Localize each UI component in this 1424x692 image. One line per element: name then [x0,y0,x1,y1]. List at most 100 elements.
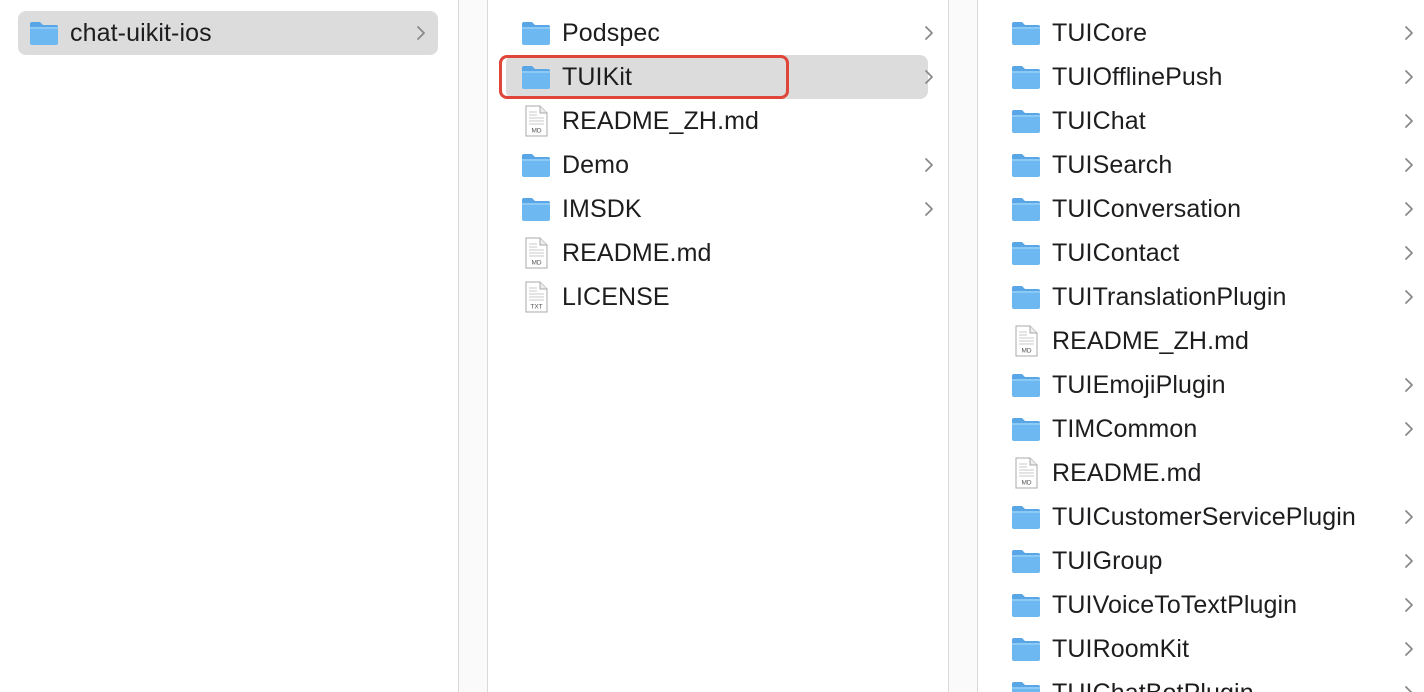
folder-item-tuigroup[interactable]: TUIGroup [996,539,1424,583]
item-label: TUICore [1052,18,1148,47]
document-icon: MD [1010,457,1042,489]
folder-item-tuichat[interactable]: TUIChat [996,99,1424,143]
item-label: TUIConversation [1052,194,1242,223]
folder-item-chat-uikit-ios[interactable]: chat-uikit-ios [18,11,438,55]
file-type-badge: MD [1021,348,1031,355]
folder-icon [520,18,552,48]
folder-icon [1010,590,1042,620]
chevron-right-icon [1399,419,1419,439]
item-label: Podspec [562,18,660,47]
folder-item-tuiroomkit[interactable]: TUIRoomKit [996,627,1424,671]
item-label: TUISearch [1052,150,1173,179]
folder-icon [520,150,552,180]
item-label: IMSDK [562,194,642,223]
file-item-readme-md[interactable]: MD README.md [996,451,1424,495]
folder-icon [1010,634,1042,664]
file-type-badge: MD [531,128,541,135]
folder-icon [1010,546,1042,576]
finder-column-2: Podspec TUIKit MD README_ZH.md Demo IMSDK MD RE… [488,0,948,692]
chevron-right-icon [1399,199,1419,219]
item-label: TUIRoomKit [1052,634,1190,663]
folder-icon [28,18,60,48]
folder-icon [1010,238,1042,268]
item-label: README.md [562,238,712,267]
item-label: chat-uikit-ios [70,18,212,47]
item-label: TUIChatBotPlugin [1052,679,1254,692]
chevron-right-icon [1399,287,1419,307]
folder-icon [1010,150,1042,180]
item-label: TIMCommon [1052,414,1198,443]
chevron-right-icon [1399,111,1419,131]
file-type-badge: TXT [530,304,542,311]
item-label: TUIVoiceToTextPlugin [1052,590,1298,619]
document-icon: MD [520,237,552,269]
chevron-right-icon [919,199,939,219]
folder-item-tuiconversation[interactable]: TUIConversation [996,187,1424,231]
folder-icon [1010,194,1042,224]
chevron-right-icon [919,23,939,43]
chevron-right-icon [1399,67,1419,87]
chevron-right-icon [919,155,939,175]
folder-item-tuiofflinepush[interactable]: TUIOfflinePush [996,55,1424,99]
chevron-right-icon [1399,507,1419,527]
file-item-readme-md[interactable]: MD README.md [506,231,928,275]
folder-icon [1010,18,1042,48]
folder-item-tuichatbotplugin[interactable]: TUIChatBotPlugin [996,671,1424,692]
item-label: TUIEmojiPlugin [1052,370,1226,399]
folder-item-tuisearch[interactable]: TUISearch [996,143,1424,187]
item-label: TUIOfflinePush [1052,62,1223,91]
folder-item-timcommon[interactable]: TIMCommon [996,407,1424,451]
chevron-right-icon [1399,375,1419,395]
chevron-right-icon [1399,639,1419,659]
folder-item-tuitranslationplugin[interactable]: TUITranslationPlugin [996,275,1424,319]
document-icon: MD [520,105,552,137]
folder-icon [1010,414,1042,444]
item-label: TUIChat [1052,106,1146,135]
item-label: LICENSE [562,282,670,311]
folder-item-demo[interactable]: Demo [506,143,933,187]
item-label: Demo [562,150,630,179]
chevron-right-icon [1399,23,1419,43]
finder-column-1: chat-uikit-ios [0,0,458,692]
folder-icon [1010,502,1042,532]
folder-icon [520,62,552,92]
file-type-badge: MD [531,260,541,267]
chevron-right-icon [1399,683,1419,692]
folder-icon [1010,370,1042,400]
folder-icon [1010,62,1042,92]
chevron-right-icon [1399,595,1419,615]
chevron-right-icon [1399,243,1419,263]
chevron-right-icon [1399,551,1419,571]
folder-item-tuikit[interactable]: TUIKit [506,55,933,99]
file-type-badge: MD [1021,480,1031,487]
chevron-right-icon [411,23,431,43]
folder-icon [1010,282,1042,312]
folder-icon [1010,678,1042,692]
finder-column-3: TUICore TUIOfflinePush TUIChat TUISearch TUI… [978,0,1424,692]
file-item-license[interactable]: TXT LICENSE [506,275,928,319]
item-label: README_ZH.md [1052,326,1250,355]
chevron-right-icon [1399,155,1419,175]
folder-item-tuivoicetotextplugin[interactable]: TUIVoiceToTextPlugin [996,583,1424,627]
file-item-readme-zh-md[interactable]: MD README_ZH.md [996,319,1424,363]
folder-item-tuicustomerserviceplugin[interactable]: TUICustomerServicePlugin [996,495,1424,539]
column-gutter [949,0,977,692]
folder-icon [520,194,552,224]
document-icon: MD [1010,325,1042,357]
folder-item-tuiemojiplugin[interactable]: TUIEmojiPlugin [996,363,1424,407]
folder-item-tuicontact[interactable]: TUIContact [996,231,1424,275]
column-gutter [459,0,487,692]
folder-item-tuicore[interactable]: TUICore [996,11,1424,55]
item-label: TUIContact [1052,238,1180,267]
document-icon: TXT [520,281,552,313]
file-item-readme-zh-md[interactable]: MD README_ZH.md [506,99,928,143]
item-label: TUIKit [562,62,633,91]
folder-item-imsdk[interactable]: IMSDK [506,187,933,231]
folder-icon [1010,106,1042,136]
chevron-right-icon [919,67,939,87]
folder-item-podspec[interactable]: Podspec [506,11,933,55]
item-label: README.md [1052,458,1202,487]
item-label: TUICustomerServicePlugin [1052,502,1356,531]
item-label: TUITranslationPlugin [1052,282,1287,311]
item-label: README_ZH.md [562,106,760,135]
